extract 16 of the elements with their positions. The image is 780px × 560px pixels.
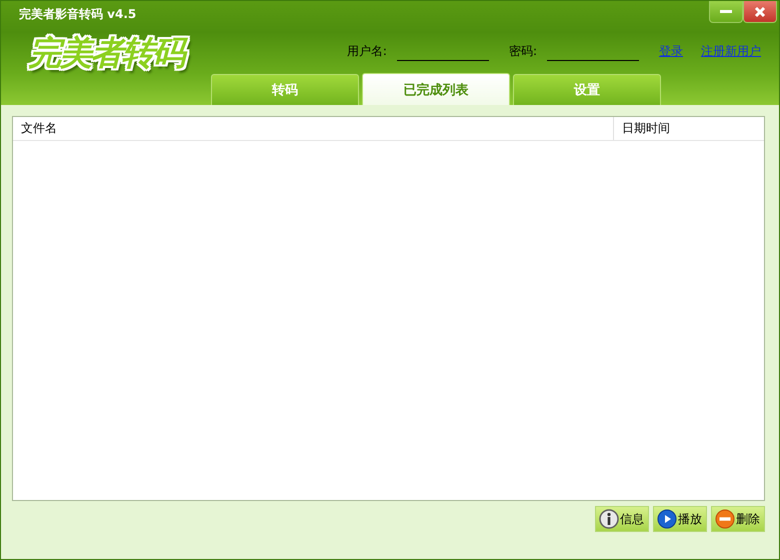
close-button[interactable] <box>743 1 777 23</box>
info-button[interactable]: 信息 <box>595 506 649 532</box>
username-label: 用户名: <box>346 43 387 60</box>
minimize-icon <box>720 10 732 14</box>
minimize-button[interactable] <box>709 1 743 23</box>
password-label: 密码: <box>508 43 537 60</box>
minus-circle-icon <box>715 509 735 529</box>
play-icon <box>657 509 677 529</box>
delete-button[interactable]: 删除 <box>711 506 765 532</box>
column-header[interactable]: 文件名 <box>13 117 614 140</box>
column-header[interactable]: 日期时间 <box>614 117 764 140</box>
tab[interactable]: 已完成列表 <box>362 73 510 105</box>
close-icon <box>754 6 766 18</box>
info-icon <box>599 509 619 529</box>
play-button[interactable]: 播放 <box>653 506 707 532</box>
window-title: 完美者影音转码 v4.5 <box>19 6 136 23</box>
